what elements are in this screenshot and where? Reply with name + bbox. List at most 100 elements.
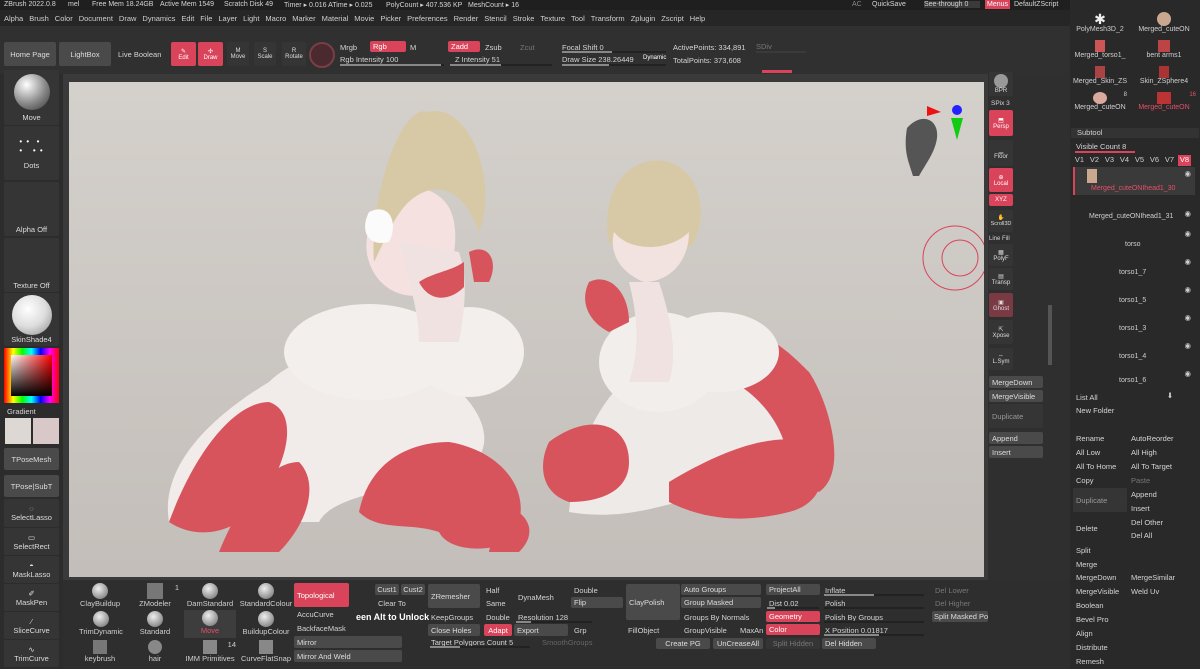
del-higher-button[interactable]: Del Higher [935, 599, 970, 608]
del-other-button[interactable]: Del Other [1131, 518, 1163, 527]
trimcurve-button[interactable]: ∿ TrimCurve [4, 640, 59, 667]
menu-stroke[interactable]: Stroke [513, 14, 535, 23]
half-button[interactable]: Half [486, 586, 499, 595]
main-color-swatch[interactable] [5, 418, 31, 444]
rename-button[interactable]: Rename [1076, 434, 1104, 443]
bevel-pro-section[interactable]: Bevel Pro [1076, 615, 1109, 624]
double-button-2[interactable]: Double [574, 586, 598, 595]
maskpen-button[interactable]: ✐ MaskPen [4, 584, 59, 611]
floor-button[interactable]: ▁ Floor [989, 140, 1013, 166]
menu-tool[interactable]: Tool [571, 14, 585, 23]
menu-zscript[interactable]: Zscript [661, 14, 684, 23]
all-to-home-button[interactable]: All To Home [1076, 462, 1116, 471]
grp-button[interactable]: Grp [574, 626, 587, 635]
geometry-toggle[interactable]: Geometry [766, 611, 820, 622]
subtool-row[interactable]: ◉ Merged_cuteONIhead1_30 [1073, 167, 1195, 195]
mirror-button[interactable]: Mirror [294, 636, 402, 648]
menu-light[interactable]: Light [243, 14, 259, 23]
color-square[interactable] [11, 355, 52, 396]
z-intensity-slider[interactable]: Z Intensity 51 [455, 55, 500, 64]
groups-by-normals-button[interactable]: Groups By Normals [684, 613, 749, 622]
eye-icon[interactable]: ◉ [1184, 169, 1191, 178]
autoreorder-button[interactable]: AutoReorder [1131, 434, 1174, 443]
append-button[interactable]: Append [1131, 490, 1157, 499]
weld-uv-buttons[interactable]: Weld Uv [1131, 587, 1159, 596]
auto-groups-button[interactable]: Auto Groups [681, 584, 761, 595]
arrow-down-icon[interactable]: ⬇ [1165, 390, 1175, 400]
version-v6[interactable]: V6 [1148, 155, 1161, 166]
polyf-button[interactable]: ▦ PolyF [989, 244, 1013, 266]
zsub-button[interactable]: Zsub [485, 43, 502, 52]
brush-move[interactable]: Move [184, 610, 236, 638]
topological-button[interactable]: Topological [294, 583, 349, 607]
menu-macro[interactable]: Macro [265, 14, 286, 23]
fillobject-button[interactable]: FillObject [628, 626, 659, 635]
menu-dynamics[interactable]: Dynamics [142, 14, 175, 23]
subtool-row[interactable]: ◉ Merged_cuteONIhead1_31 [1073, 197, 1195, 225]
menu-material[interactable]: Material [322, 14, 349, 23]
menu-render[interactable]: Render [454, 14, 479, 23]
cust2-button[interactable]: Cust2 [401, 584, 425, 595]
new-folder-button[interactable]: New Folder [1076, 406, 1114, 415]
menu-marker[interactable]: Marker [292, 14, 315, 23]
brush-claybuildup[interactable]: ClayBuildup [78, 583, 122, 609]
xyz-button[interactable]: XYZ [989, 194, 1013, 206]
adapt-button[interactable]: Adapt [484, 624, 512, 636]
transp-button[interactable]: ▤ Transp [989, 268, 1013, 290]
list-all-button[interactable]: List All [1076, 393, 1098, 402]
mergedown-button[interactable]: MergeDown [989, 376, 1043, 388]
brush-damstandard[interactable]: DamStandard [186, 583, 234, 609]
claypolish-button[interactable]: ClayPolish [626, 584, 680, 620]
split-hidden-button[interactable]: Split Hidden [766, 638, 820, 649]
group-masked-button[interactable]: Group Masked [681, 597, 761, 608]
alpha-thumb[interactable]: Alpha Off [4, 182, 59, 236]
export-button[interactable]: Export [514, 624, 568, 636]
mrgb-button[interactable]: Mrgb [340, 43, 357, 52]
menus-button[interactable]: Menus [985, 0, 1011, 9]
eye-icon[interactable]: ◉ [1184, 369, 1191, 378]
zcut-button[interactable]: Zcut [520, 43, 535, 52]
spix-slider[interactable]: SPix 3 [991, 100, 1010, 107]
rotate-button[interactable]: R Rotate [282, 42, 306, 66]
tool-thumb-2[interactable]: Merged_torso1_ [1071, 40, 1129, 64]
keepgroups-button[interactable]: KeepGroups [431, 613, 473, 622]
max-angle-slider[interactable]: MaxAn [740, 626, 763, 635]
quicksave-button[interactable]: QuickSave [872, 1, 906, 8]
brush-standard[interactable]: Standard [135, 611, 175, 637]
menu-transform[interactable]: Transform [591, 14, 625, 23]
texture-thumb[interactable]: Texture Off [4, 238, 59, 292]
xpose-button[interactable]: ⇱ Xpose [989, 320, 1013, 344]
all-low-button[interactable]: All Low [1076, 448, 1100, 457]
split-section[interactable]: Split [1076, 546, 1091, 555]
uncreaseall-button[interactable]: UnCreaseAll [713, 638, 763, 649]
version-v4[interactable]: V4 [1118, 155, 1131, 166]
menu-preferences[interactable]: Preferences [407, 14, 447, 23]
move-button[interactable]: M Move [227, 42, 249, 66]
eye-icon[interactable]: ◉ [1184, 209, 1191, 218]
ghost-button[interactable]: ▣ Ghost [989, 293, 1013, 317]
menu-file[interactable]: File [200, 14, 212, 23]
draw-size-slider[interactable]: Draw Size 238.26449 [562, 55, 634, 64]
mergevisible-button-panel[interactable]: MergeVisible [1076, 587, 1119, 596]
dynamesh-button[interactable]: DynaMesh [518, 593, 554, 602]
material-thumb[interactable]: SkinShade4 [4, 293, 59, 346]
create-pg-button[interactable]: Create PG [656, 638, 710, 649]
insert-button[interactable]: Insert [1131, 504, 1150, 513]
brush-zmodeler[interactable]: ZModeler 1 [135, 583, 179, 609]
distribute-section[interactable]: Distribute [1076, 643, 1108, 652]
mergedown-button-panel[interactable]: MergeDown [1076, 573, 1116, 582]
brush-keybrush[interactable]: keybrush [80, 640, 120, 668]
append-button-dock[interactable]: Append [989, 432, 1043, 444]
brush-standardcolour[interactable]: StandardColour [238, 583, 294, 609]
brush-curveflatsnap[interactable]: CurveFlatSnap [240, 640, 292, 668]
color-toggle[interactable]: Color [766, 624, 820, 635]
boolean-section[interactable]: Boolean [1076, 601, 1104, 610]
menu-edit[interactable]: Edit [181, 14, 194, 23]
remesh-section[interactable]: Remesh [1076, 657, 1104, 666]
eye-icon[interactable]: ◉ [1184, 313, 1191, 322]
scale-button[interactable]: S Scale [254, 42, 276, 66]
m-button[interactable]: M [410, 43, 416, 52]
persp-button[interactable]: ⬒ Persp [989, 110, 1013, 136]
tool-thumb-0[interactable]: ✱ PolyMesh3D_2 [1071, 12, 1129, 38]
insert-button-dock[interactable]: Insert [989, 446, 1043, 458]
